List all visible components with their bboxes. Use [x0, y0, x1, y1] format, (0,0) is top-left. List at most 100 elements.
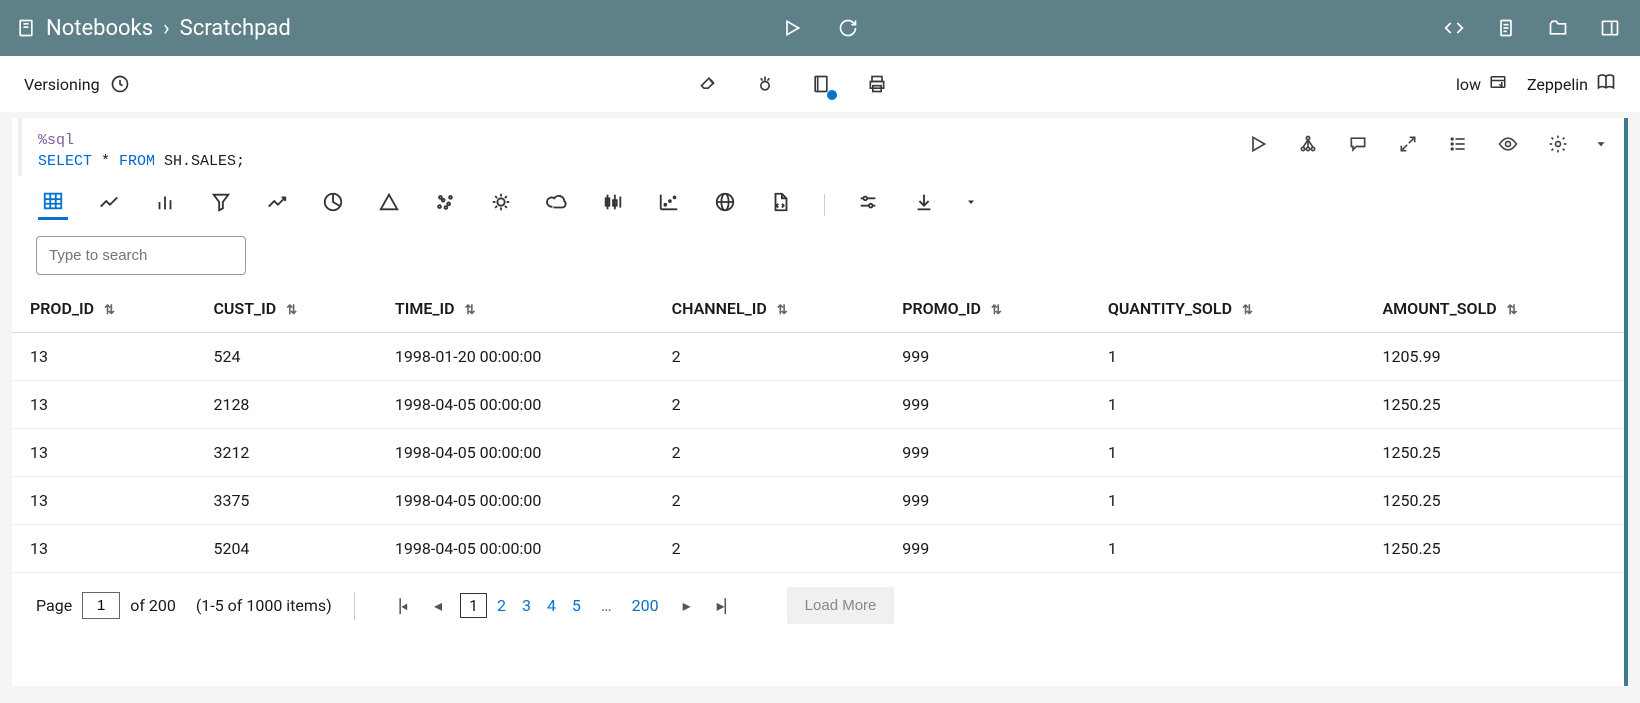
visibility-icon[interactable]: [1494, 130, 1522, 158]
sort-icon[interactable]: ⇅: [991, 303, 1002, 318]
table-cell: 1250.25: [1364, 477, 1624, 525]
code-rest: SH.SALES;: [155, 153, 245, 170]
code-view-icon[interactable]: [1440, 14, 1468, 42]
funnel-icon[interactable]: [206, 190, 236, 220]
column-header-cust_id[interactable]: CUST_ID⇅: [195, 285, 376, 333]
first-page-icon[interactable]: ⎹◂: [377, 596, 416, 616]
next-page-icon[interactable]: ▸: [675, 596, 699, 615]
notebook-icon: [16, 18, 36, 38]
sort-icon[interactable]: ⇅: [777, 303, 788, 318]
panel-split-icon[interactable]: [1596, 14, 1624, 42]
notebook-cell: %sql SELECT * FROM SH.SALES;: [12, 118, 1628, 686]
dependencies-icon[interactable]: [1294, 130, 1322, 158]
comment-icon[interactable]: [1344, 130, 1372, 158]
sort-icon[interactable]: ⇅: [286, 303, 297, 318]
table-row[interactable]: 1332121998-04-05 00:00:00299911250.25: [12, 429, 1624, 477]
table-cell: 13: [12, 525, 195, 573]
pyramid-icon[interactable]: [374, 190, 404, 220]
table-row[interactable]: 1321281998-04-05 00:00:00299911250.25: [12, 381, 1624, 429]
table-cell: 1998-04-05 00:00:00: [377, 525, 654, 573]
download-icon[interactable]: [909, 190, 939, 220]
versioning-label: Versioning: [24, 75, 100, 94]
table-cell: 1: [1090, 333, 1365, 381]
pagination-divider: [354, 592, 355, 620]
column-header-prod_id[interactable]: PROD_ID⇅: [12, 285, 195, 333]
interrupt-icon[interactable]: [751, 70, 779, 98]
interpreter-selector[interactable]: Zeppelin: [1527, 72, 1616, 96]
table-row[interactable]: 1352041998-04-05 00:00:00299911250.25: [12, 525, 1624, 573]
folder-icon[interactable]: [1544, 14, 1572, 42]
page-link[interactable]: 2: [491, 596, 512, 615]
map-icon[interactable]: [710, 190, 740, 220]
table-cell: 5204: [195, 525, 376, 573]
eraser-icon[interactable]: [695, 70, 723, 98]
prev-page-icon[interactable]: ◂: [426, 596, 450, 615]
table-row[interactable]: 135241998-01-20 00:00:00299911205.99: [12, 333, 1624, 381]
column-header-time_id[interactable]: TIME_ID⇅: [377, 285, 654, 333]
bar-chart-icon[interactable]: [150, 190, 180, 220]
table-view-icon[interactable]: [38, 190, 68, 220]
column-header-amount_sold[interactable]: AMOUNT_SOLD⇅: [1364, 285, 1624, 333]
settings-icon[interactable]: [1544, 130, 1572, 158]
settings-sliders-icon[interactable]: [853, 190, 883, 220]
page-link-current[interactable]: 1: [460, 593, 487, 618]
list-icon[interactable]: [1444, 130, 1472, 158]
versioning-control[interactable]: Versioning: [24, 74, 130, 94]
table-cell: 13: [12, 477, 195, 525]
pagination: Page of 200 (1-5 of 1000 items) ⎹◂ ◂ 1 2…: [12, 573, 1624, 638]
page-label: Page: [36, 596, 72, 615]
table-cell: 2: [654, 333, 885, 381]
expand-icon[interactable]: [1394, 130, 1422, 158]
priority-selector[interactable]: low: [1456, 73, 1507, 95]
page-link[interactable]: 3: [516, 596, 537, 615]
breadcrumb-root[interactable]: Notebooks: [46, 16, 153, 41]
table-cell: 524: [195, 333, 376, 381]
more-dropdown-icon[interactable]: [1594, 130, 1608, 158]
sort-icon[interactable]: ⇅: [1242, 303, 1253, 318]
tag-cloud-icon[interactable]: [542, 190, 572, 220]
area-chart-icon[interactable]: [262, 190, 292, 220]
print-icon[interactable]: [863, 70, 891, 98]
table-cell: 1250.25: [1364, 525, 1624, 573]
last-page-link[interactable]: 200: [626, 596, 665, 615]
page-link[interactable]: 5: [566, 596, 587, 615]
run-cell-icon[interactable]: [1244, 130, 1272, 158]
download-dropdown-icon[interactable]: [965, 190, 977, 220]
table-cell: 1998-04-05 00:00:00: [377, 429, 654, 477]
table-cell: 999: [884, 381, 1090, 429]
page-link[interactable]: 4: [541, 596, 562, 615]
visualization-toolbar: [12, 176, 1624, 232]
column-header-channel_id[interactable]: CHANNEL_ID⇅: [654, 285, 885, 333]
sort-icon[interactable]: ⇅: [104, 303, 115, 318]
page-input[interactable]: [82, 592, 120, 619]
sort-icon[interactable]: ⇅: [465, 303, 476, 318]
code-editor[interactable]: %sql SELECT * FROM SH.SALES;: [38, 130, 245, 172]
bubble-chart-icon[interactable]: [654, 190, 684, 220]
column-header-promo_id[interactable]: PROMO_ID⇅: [884, 285, 1090, 333]
table-row[interactable]: 1333751998-04-05 00:00:00299911250.25: [12, 477, 1624, 525]
save-session-icon[interactable]: [807, 70, 835, 98]
last-page-icon[interactable]: ▸⎸: [709, 596, 749, 616]
pie-chart-icon[interactable]: [318, 190, 348, 220]
table-cell: 1998-04-05 00:00:00: [377, 477, 654, 525]
html-view-icon[interactable]: [766, 190, 796, 220]
reload-icon[interactable]: [834, 14, 862, 42]
breadcrumb-current[interactable]: Scratchpad: [180, 16, 291, 41]
sunburst-icon[interactable]: [486, 190, 516, 220]
table-cell: 2: [654, 429, 885, 477]
scatter-icon[interactable]: [430, 190, 460, 220]
sort-icon[interactable]: ⇅: [1507, 303, 1518, 318]
table-cell: 2: [654, 381, 885, 429]
table-cell: 13: [12, 381, 195, 429]
run-all-icon[interactable]: [778, 14, 806, 42]
table-cell: 13: [12, 333, 195, 381]
toolbar: Versioning low Zeppelin: [0, 56, 1640, 112]
breadcrumb: Notebooks › Scratchpad: [16, 16, 1440, 41]
column-header-quantity_sold[interactable]: QUANTITY_SOLD⇅: [1090, 285, 1365, 333]
priority-icon: [1489, 73, 1507, 95]
line-chart-icon[interactable]: [94, 190, 124, 220]
search-input[interactable]: [36, 236, 246, 275]
boxplot-icon[interactable]: [598, 190, 628, 220]
document-icon[interactable]: [1492, 14, 1520, 42]
load-more-button[interactable]: Load More: [787, 587, 895, 624]
